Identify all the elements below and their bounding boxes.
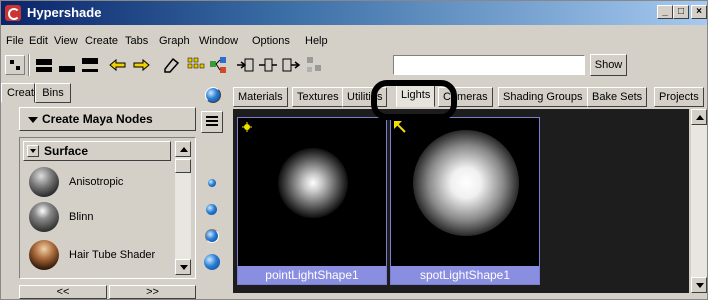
swatch-scroll-down-button[interactable] [691,277,707,293]
maximize-button[interactable]: □ [673,5,689,19]
menu-edit[interactable]: Edit [29,35,48,47]
tab-bake-sets[interactable]: Bake Sets [587,87,648,107]
large-swatch-size-icon[interactable] [205,229,219,243]
top-tabs-only-icon[interactable] [34,55,54,75]
toolbar-separator [28,54,30,76]
maya-app-icon [5,5,21,21]
menu-options[interactable]: Options [252,35,290,47]
graph-layout-icon[interactable] [5,55,25,75]
collapse-arrow-icon[interactable] [27,145,39,157]
xlarge-swatch-size-icon[interactable] [204,254,220,270]
small-swatch-size-icon[interactable] [208,179,216,187]
spot-light-icon [394,121,406,133]
point-light-glow [278,148,348,218]
search-input[interactable] [393,55,585,75]
menu-view[interactable]: View [54,35,78,47]
scroll-up-button[interactable] [175,141,191,157]
input-connections-icon[interactable] [235,55,255,75]
blinn-label: Blinn [69,211,94,223]
scroll-down-button[interactable] [175,259,191,275]
node-hair-tube-shader[interactable]: Hair Tube Shader [29,240,169,272]
node-anisotropic[interactable]: Anisotropic [29,167,169,199]
anisotropic-label: Anisotropic [69,176,124,188]
top-tab-ball-icon[interactable] [205,87,221,103]
top-and-bottom-tabs-icon[interactable] [80,55,100,75]
scroll-thumb[interactable] [175,159,191,173]
bottom-tabs-only-icon[interactable] [57,55,77,75]
surface-category[interactable]: Surface [23,141,171,161]
show-button[interactable]: Show [590,54,627,76]
arrow-left-icon[interactable] [108,55,128,75]
scroll-left-button[interactable]: << [19,285,107,299]
left-panel-nav: << >> [19,285,196,299]
network-graph-icon[interactable] [208,55,228,75]
swatch-scroll-up-button[interactable] [691,109,707,125]
anisotropic-swatch-icon [29,167,59,197]
window-title: Hypershade [27,5,102,20]
create-maya-nodes-button[interactable]: Create Maya Nodes [19,107,196,131]
minimize-button[interactable]: _ [657,5,673,19]
eraser-icon[interactable] [161,55,181,75]
hair-tube-shader-label: Hair Tube Shader [69,249,156,261]
dropdown-arrow-icon [28,117,38,123]
lights-swatch-area: pointLightShape1 spotLightShape1 [233,109,689,293]
blinn-swatch-icon [29,202,59,232]
title-bar[interactable]: Hypershade _ □ × [1,1,707,25]
menu-window[interactable]: Window [199,35,238,47]
menu-create[interactable]: Create [85,35,118,47]
menu-tabs[interactable]: Tabs [125,35,148,47]
spot-light-swatch[interactable]: spotLightShape1 [390,117,540,285]
point-light-swatch[interactable]: pointLightShape1 [237,117,387,285]
tab-shading-groups[interactable]: Shading Groups [498,87,588,107]
tab-materials[interactable]: Materials [233,87,288,107]
graph-disabled-icon [305,55,325,75]
close-button[interactable]: × [691,5,707,19]
spot-light-label: spotLightShape1 [391,266,539,284]
menu-bar: File Edit View Create Tabs Graph Window … [1,32,707,50]
menu-help[interactable]: Help [305,35,328,47]
node-list-scrollbar[interactable] [175,141,191,275]
arrow-right-icon[interactable] [131,55,151,75]
scroll-right-button[interactable]: >> [109,285,196,299]
surface-category-label: Surface [44,144,89,158]
hypershade-window: Hypershade _ □ × File Edit View Create T… [0,0,708,300]
lights-tab-highlight-annotation [371,80,457,120]
tab-bins[interactable]: Bins [35,83,71,103]
tab-create[interactable]: Create [1,83,40,103]
menu-file[interactable]: File [6,35,24,47]
tab-textures[interactable]: Textures [292,87,344,107]
spot-light-glow [413,130,519,236]
point-light-icon [242,122,252,132]
menu-graph[interactable]: Graph [159,35,190,47]
create-maya-nodes-label: Create Maya Nodes [42,112,153,126]
grid-nodes-icon[interactable] [185,55,205,75]
input-output-connections-icon[interactable] [258,55,278,75]
hair-tube-shader-swatch-icon [29,240,59,270]
point-light-label: pointLightShape1 [238,266,386,284]
tab-projects[interactable]: Projects [654,87,704,107]
medium-swatch-size-icon[interactable] [206,204,217,215]
list-view-icon[interactable] [201,111,223,133]
swatch-area-scrollbar[interactable] [691,109,707,293]
node-blinn[interactable]: Blinn [29,202,169,234]
output-connections-icon[interactable] [281,55,301,75]
